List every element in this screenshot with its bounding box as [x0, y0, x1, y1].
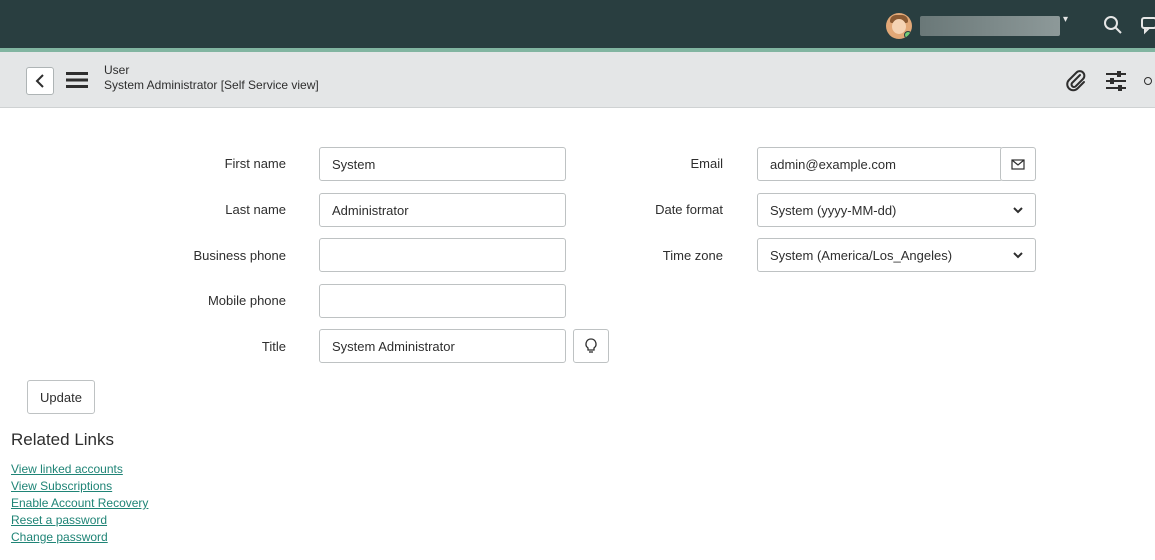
chevron-down-icon — [1013, 206, 1023, 213]
lightbulb-icon — [585, 338, 597, 353]
date-format-select[interactable]: System (yyyy-MM-dd) — [757, 193, 1036, 227]
title-label: Title — [261, 339, 286, 354]
business-phone-label: Business phone — [193, 248, 286, 263]
date-format-label: Date format — [655, 202, 723, 217]
related-links-list: View linked accounts View Subscriptions … — [11, 461, 148, 546]
sliders-icon[interactable] — [1104, 69, 1128, 93]
avatar[interactable] — [886, 13, 912, 39]
table-name: User — [104, 63, 130, 77]
send-email-button[interactable] — [1000, 147, 1036, 181]
top-banner: ▾ — [0, 0, 1155, 48]
record-display-value: System Administrator [Self Service view] — [104, 78, 319, 92]
chevron-left-icon — [35, 74, 44, 88]
more-options-icon[interactable] — [1144, 77, 1152, 85]
first-name-label: First name — [224, 156, 286, 171]
time-zone-label: Time zone — [662, 248, 723, 263]
title-field[interactable]: System Administrator — [319, 329, 566, 363]
last-name-label: Last name — [225, 202, 286, 217]
reset-password-link[interactable]: Reset a password — [11, 512, 148, 529]
back-button[interactable] — [26, 67, 54, 95]
mobile-phone-label: Mobile phone — [207, 293, 286, 308]
enable-account-recovery-link[interactable]: Enable Account Recovery — [11, 495, 148, 512]
time-zone-select[interactable]: System (America/Los_Angeles) — [757, 238, 1036, 272]
related-links-heading: Related Links — [11, 430, 115, 449]
form-title: User System Administrator [Self Service … — [104, 63, 319, 93]
email-field[interactable]: admin@example.com — [757, 147, 1003, 181]
chevron-down-icon — [1013, 251, 1023, 258]
email-label: Email — [690, 156, 723, 171]
connect-chat-icon[interactable] — [1138, 14, 1155, 36]
update-button[interactable]: Update — [27, 380, 95, 414]
user-name-redacted[interactable] — [920, 16, 1060, 36]
suggestion-button[interactable] — [573, 329, 609, 363]
presence-status-dot — [904, 31, 912, 39]
envelope-icon — [1011, 158, 1025, 170]
user-menu-caret-icon[interactable]: ▾ — [1063, 14, 1068, 25]
change-password-link[interactable]: Change password — [11, 529, 148, 546]
search-icon[interactable] — [1102, 14, 1124, 36]
view-subscriptions-link[interactable]: View Subscriptions — [11, 478, 148, 495]
mobile-phone-field[interactable] — [319, 284, 566, 318]
date-format-value: System (yyyy-MM-dd) — [770, 202, 897, 218]
paperclip-icon[interactable] — [1064, 69, 1088, 93]
menu-icon[interactable] — [66, 71, 88, 89]
form-header: User System Administrator [Self Service … — [0, 52, 1155, 108]
time-zone-value: System (America/Los_Angeles) — [770, 247, 953, 263]
view-linked-accounts-link[interactable]: View linked accounts — [11, 461, 148, 478]
